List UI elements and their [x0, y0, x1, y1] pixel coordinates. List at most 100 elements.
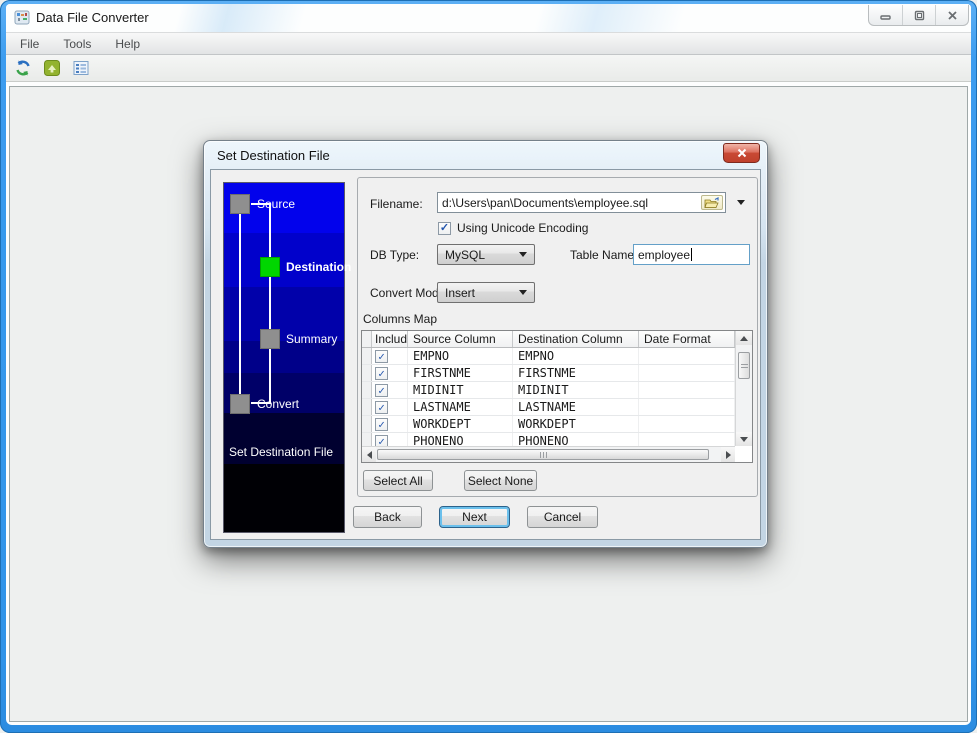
step-rail-left	[239, 213, 241, 395]
destination-column-cell[interactable]: LASTNAME	[513, 399, 639, 415]
source-column-cell[interactable]: LASTNAME	[408, 399, 513, 415]
grid-header-row: Include Source Column Destination Column…	[362, 331, 735, 348]
close-button[interactable]	[935, 5, 968, 25]
vertical-scroll-thumb[interactable]	[738, 352, 750, 379]
dialog-close-button[interactable]	[723, 143, 760, 163]
scroll-up-button[interactable]	[736, 331, 752, 345]
check-icon: ✓	[378, 435, 385, 446]
include-checkbox[interactable]: ✓	[375, 401, 388, 414]
grid-row[interactable]: ✓ MIDINIT MIDINIT	[362, 382, 735, 399]
date-format-cell[interactable]	[639, 365, 735, 381]
columns-map-grid: Include Source Column Destination Column…	[361, 330, 753, 463]
horizontal-scroll-thumb[interactable]	[377, 449, 709, 460]
include-checkbox[interactable]: ✓	[375, 435, 388, 446]
source-column-cell[interactable]: WORKDEPT	[408, 416, 513, 432]
maximize-button[interactable]	[902, 5, 935, 25]
back-button[interactable]: Back	[353, 506, 422, 528]
grid-row[interactable]: ✓ FIRSTNME FIRSTNME	[362, 365, 735, 382]
step-label-source: Source	[257, 197, 296, 211]
row-header-cell[interactable]	[362, 382, 372, 398]
menu-tools[interactable]: Tools	[63, 37, 91, 51]
include-cell: ✓	[372, 348, 408, 364]
unicode-encoding-label: Using Unicode Encoding	[457, 221, 589, 235]
grid-row[interactable]: ✓ EMPNO EMPNO	[362, 348, 735, 365]
scroll-left-button[interactable]	[362, 447, 376, 462]
grid-horizontal-scrollbar[interactable]	[362, 446, 735, 462]
check-icon: ✓	[378, 401, 385, 414]
destination-column-cell[interactable]: MIDINIT	[513, 382, 639, 398]
row-header-cell[interactable]	[362, 416, 372, 432]
dialog-title: Set Destination File	[217, 147, 330, 163]
date-format-cell[interactable]	[639, 382, 735, 398]
step-label-summary: Summary	[286, 332, 338, 346]
col-header-date-format[interactable]: Date Format	[639, 331, 735, 347]
row-header-cell[interactable]	[362, 348, 372, 364]
titlebar[interactable]: Data File Converter	[6, 4, 971, 32]
window-title: Data File Converter	[36, 10, 149, 25]
destination-column-cell[interactable]: FIRSTNME	[513, 365, 639, 381]
set-destination-file-dialog: Set Destination File Source Destination …	[203, 140, 768, 548]
destination-column-cell[interactable]: WORKDEPT	[513, 416, 639, 432]
select-all-button[interactable]: Select All	[363, 470, 433, 491]
next-button[interactable]: Next	[439, 506, 510, 528]
convert-mode-select[interactable]: Insert	[437, 282, 535, 303]
grid-row[interactable]: ✓ WORKDEPT WORKDEPT	[362, 416, 735, 433]
date-format-cell[interactable]	[639, 399, 735, 415]
step-marker-convert	[230, 394, 250, 414]
step-marker-source	[230, 194, 250, 214]
minimize-button[interactable]	[869, 5, 902, 25]
col-header-include[interactable]: Include	[372, 331, 408, 347]
check-icon: ✓	[439, 221, 450, 234]
include-cell: ✓	[372, 433, 408, 446]
cancel-button[interactable]: Cancel	[527, 506, 598, 528]
chevron-down-icon	[519, 252, 527, 257]
include-checkbox[interactable]: ✓	[375, 350, 388, 363]
source-column-cell[interactable]: EMPNO	[408, 348, 513, 364]
include-cell: ✓	[372, 382, 408, 398]
step-label-convert: Convert	[257, 397, 300, 411]
row-header-cell[interactable]	[362, 433, 372, 446]
col-header-destination[interactable]: Destination Column	[513, 331, 639, 347]
include-checkbox[interactable]: ✓	[375, 418, 388, 431]
row-header-cell[interactable]	[362, 365, 372, 381]
menu-file[interactable]: File	[20, 37, 39, 51]
include-cell: ✓	[372, 416, 408, 432]
step-marker-summary	[260, 329, 280, 349]
columns-list-icon[interactable]	[71, 58, 91, 78]
columns-map-label: Columns Map	[363, 312, 438, 326]
app-icon	[14, 9, 31, 26]
destination-form: Filename: d:\Users\pan\Documents\employe…	[357, 177, 758, 497]
filename-input[interactable]: d:\Users\pan\Documents\employee.sql	[437, 192, 726, 213]
toolbar	[6, 55, 971, 82]
open-file-icon[interactable]	[42, 58, 62, 78]
date-format-cell[interactable]	[639, 348, 735, 364]
browse-folder-button[interactable]	[701, 195, 723, 210]
date-format-cell[interactable]	[639, 416, 735, 432]
source-column-cell[interactable]: PHONENO	[408, 433, 513, 446]
unicode-encoding-checkbox[interactable]: ✓	[438, 221, 451, 235]
grid-vertical-scrollbar[interactable]	[735, 331, 752, 446]
date-format-cell[interactable]	[639, 433, 735, 446]
source-column-cell[interactable]: MIDINIT	[408, 382, 513, 398]
col-header-source[interactable]: Source Column	[408, 331, 513, 347]
destination-column-cell[interactable]: EMPNO	[513, 348, 639, 364]
source-column-cell[interactable]: FIRSTNME	[408, 365, 513, 381]
destination-column-cell[interactable]: PHONENO	[513, 433, 639, 446]
db-type-select[interactable]: MySQL	[437, 244, 535, 265]
filename-history-dropdown[interactable]	[730, 192, 752, 213]
select-none-button[interactable]: Select None	[464, 470, 537, 491]
grid-row[interactable]: ✓ PHONENO PHONENO	[362, 433, 735, 446]
row-header-cell[interactable]	[362, 399, 372, 415]
table-name-input[interactable]: employee	[633, 244, 750, 265]
scroll-right-button[interactable]	[721, 447, 735, 462]
filename-label: Filename:	[370, 197, 423, 211]
menu-help[interactable]: Help	[115, 37, 140, 51]
convert-arrows-icon[interactable]	[13, 58, 33, 78]
screen: Data File Converter File Tools Help Set …	[0, 0, 977, 733]
dialog-titlebar[interactable]: Set Destination File	[204, 141, 767, 169]
menubar: File Tools Help	[6, 32, 971, 55]
grid-row[interactable]: ✓ LASTNAME LASTNAME	[362, 399, 735, 416]
include-checkbox[interactable]: ✓	[375, 367, 388, 380]
scroll-down-button[interactable]	[736, 432, 752, 446]
include-checkbox[interactable]: ✓	[375, 384, 388, 397]
